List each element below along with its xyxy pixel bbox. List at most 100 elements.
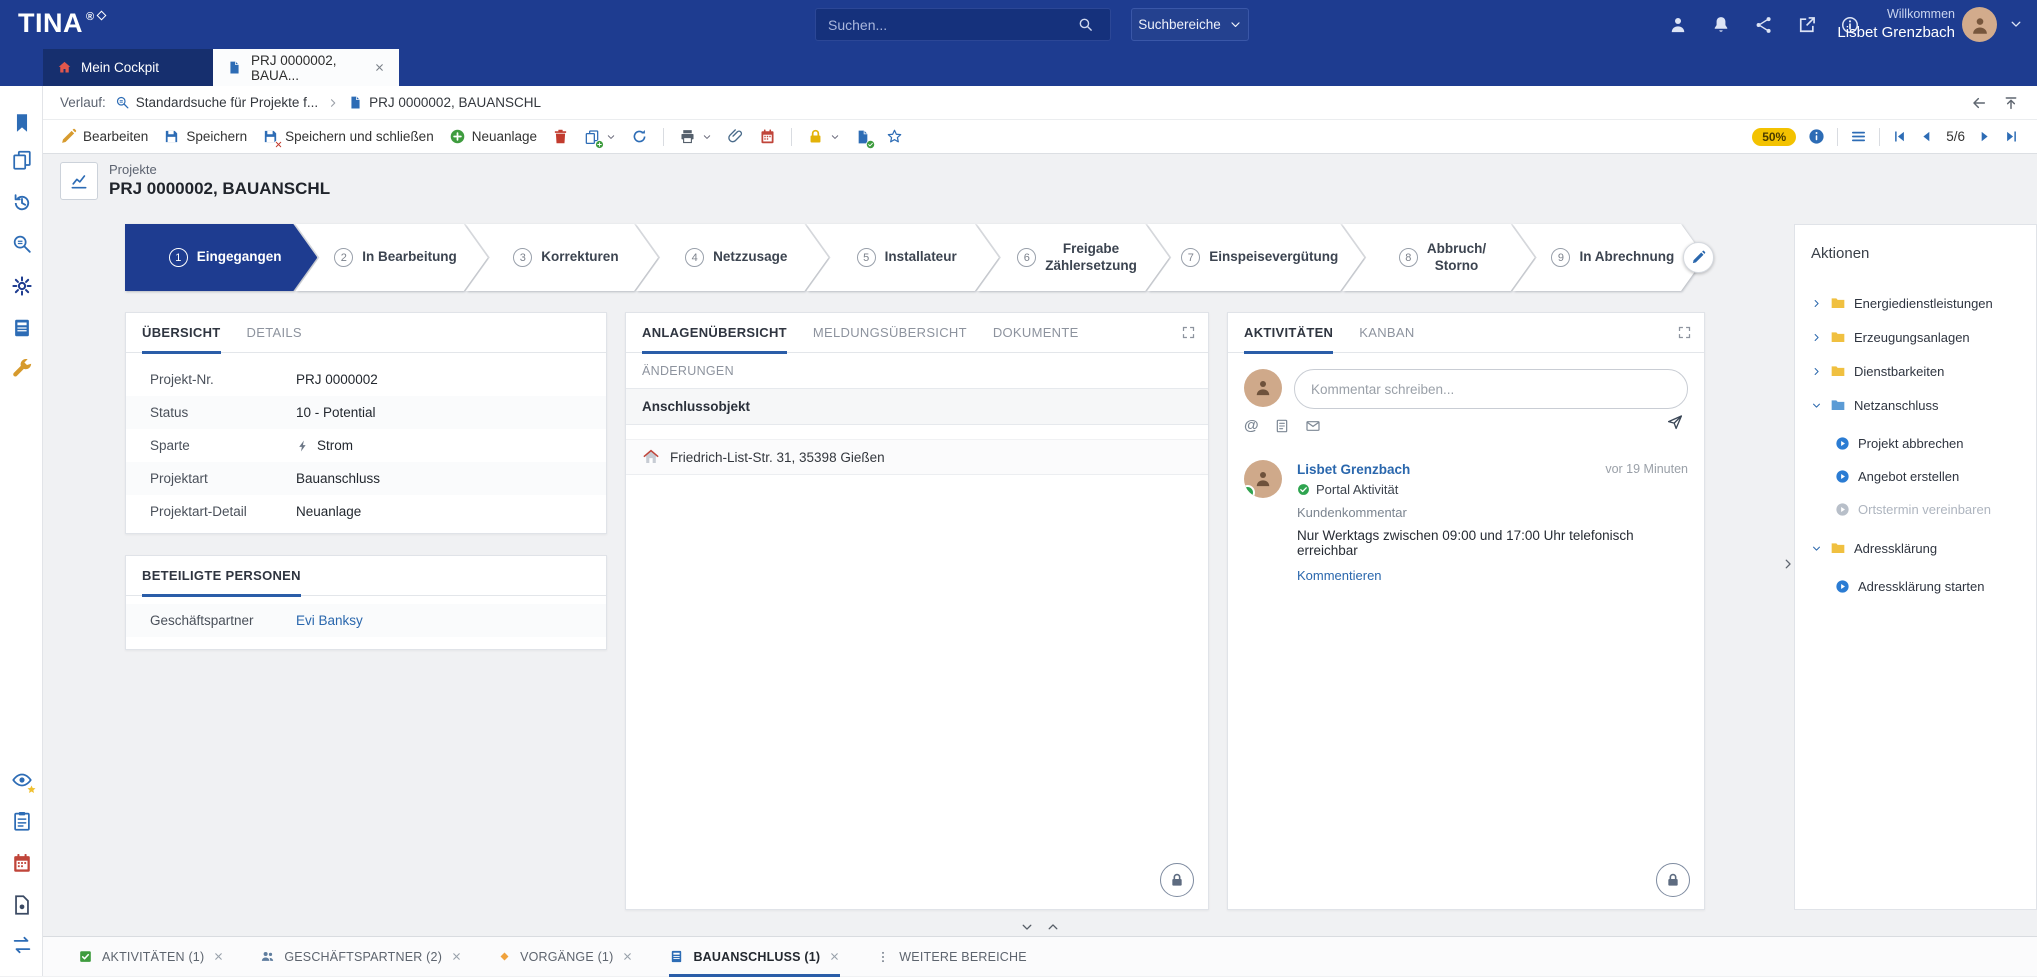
stage-eingegangen[interactable]: 1Eingegangen <box>125 224 317 291</box>
email-button[interactable] <box>1305 418 1321 434</box>
tab-record[interactable]: PRJ 0000002, BAUA... <box>213 49 399 86</box>
first-record-button[interactable] <box>1892 129 1907 144</box>
bottom-tab-bauanschluss[interactable]: BAUANSCHLUSS (1) <box>669 937 840 977</box>
settings-button[interactable] <box>9 273 35 299</box>
swap-button[interactable] <box>9 932 35 958</box>
panel-lock-badge[interactable] <box>1656 863 1690 897</box>
search-input[interactable] <box>815 8 1111 41</box>
stage-einspeiseverguetung[interactable]: 7Einspeisevergütung <box>1147 224 1364 291</box>
watchlist-button[interactable] <box>9 767 35 793</box>
collapse-up-button[interactable] <box>1046 920 1060 934</box>
field-row: Projektart-DetailNeuanlage <box>126 495 606 528</box>
print-button[interactable] <box>679 128 712 145</box>
catalog-button[interactable] <box>9 315 35 341</box>
tab-aenderungen[interactable]: ÄNDERUNGEN <box>642 364 734 378</box>
breadcrumb-item-record[interactable]: PRJ 0000002, BAUANSCHL <box>348 95 541 110</box>
record-info-button[interactable] <box>1808 128 1825 145</box>
action-group-dienstbarkeiten[interactable]: Dienstbarkeiten <box>1811 354 2028 388</box>
user-status-button[interactable] <box>1668 15 1688 35</box>
refresh-button[interactable] <box>631 128 648 145</box>
tab-uebersicht[interactable]: ÜBERSICHT <box>142 313 221 353</box>
share-button[interactable] <box>1754 15 1774 35</box>
action-angebot-erstellen[interactable]: Angebot erstellen <box>1835 460 1959 493</box>
tools-button[interactable] <box>9 357 35 383</box>
activity-author-link[interactable]: Lisbet Grenzbach <box>1297 462 1410 477</box>
save-button[interactable]: Speichern <box>163 128 247 145</box>
stage-in-bearbeitung[interactable]: 2In Bearbeitung <box>295 224 487 291</box>
action-group-energiedienstleistungen[interactable]: Energiedienstleistungen <box>1811 286 2028 320</box>
stage-abbruch-storno[interactable]: 8Abbruch/ Storno <box>1342 224 1534 291</box>
bottom-tab-aktivitaeten[interactable]: AKTIVITÄTEN (1) <box>78 937 224 977</box>
bookmarks-button[interactable] <box>9 110 35 136</box>
search-scope-button[interactable]: Suchbereiche <box>1131 8 1249 41</box>
tab-meldungsuebersicht[interactable]: MELDUNGSÜBERSICHT <box>813 313 967 353</box>
close-tab-button[interactable] <box>374 62 385 73</box>
action-group-erzeugungsanlagen[interactable]: Erzeugungsanlagen <box>1811 320 2028 354</box>
stage-freigabe-zaehlersetzung[interactable]: 6Freigabe Zählersetzung <box>977 224 1169 291</box>
action-group-netzanschluss[interactable]: Netzanschluss <box>1811 388 2028 422</box>
close-area-button[interactable] <box>829 951 840 962</box>
stage-netzzusage[interactable]: 4Netzzusage <box>636 224 828 291</box>
breadcrumb-item-search[interactable]: Standardsuche für Projekte f... <box>115 95 318 110</box>
task-button[interactable] <box>1274 418 1290 434</box>
user-avatar[interactable] <box>1962 7 1997 42</box>
bottom-tab-vorgaenge[interactable]: VORGÄNGE (1) <box>498 937 633 977</box>
app-logo[interactable]: TINA® <box>18 8 105 39</box>
business-partner-link[interactable]: Evi Banksy <box>296 613 363 628</box>
tab-details[interactable]: DETAILS <box>247 313 302 353</box>
search-icon[interactable] <box>1077 16 1094 33</box>
send-comment-button[interactable] <box>1666 413 1684 431</box>
copy-view-button[interactable] <box>9 147 35 173</box>
history-button[interactable] <box>9 190 35 216</box>
open-external-button[interactable] <box>1797 15 1817 35</box>
delete-button[interactable] <box>552 128 569 145</box>
close-area-button[interactable] <box>213 951 224 962</box>
lock-record-button[interactable] <box>807 128 840 145</box>
edit-stages-button[interactable] <box>1683 242 1714 273</box>
next-record-button[interactable] <box>1977 129 1992 144</box>
tab-dokumente[interactable]: DOKUMENTE <box>993 313 1079 353</box>
comment-action-link[interactable]: Kommentieren <box>1297 568 1382 583</box>
action-adressklaerung-starten[interactable]: Adressklärung starten <box>1835 570 1984 603</box>
close-area-button[interactable] <box>622 951 633 962</box>
notifications-button[interactable] <box>1711 15 1731 35</box>
notes-button[interactable] <box>9 808 35 834</box>
connection-object-row[interactable]: Friedrich-List-Str. 31, 35398 Gießen <box>626 439 1208 475</box>
action-group-adressklaerung[interactable]: Adressklärung <box>1811 531 2028 565</box>
scroll-top-button[interactable] <box>2003 95 2019 111</box>
attachments-button[interactable] <box>727 128 744 145</box>
menu-button[interactable] <box>1850 128 1867 145</box>
close-area-button[interactable] <box>451 951 462 962</box>
favorite-button[interactable] <box>886 128 903 145</box>
edit-button[interactable]: Bearbeiten <box>60 128 148 145</box>
tab-mein-cockpit[interactable]: Mein Cockpit <box>43 49 213 86</box>
copy-record-button[interactable] <box>584 129 616 145</box>
calendar-button[interactable] <box>9 850 35 876</box>
save-close-button[interactable]: Speichern und schließen <box>262 128 434 145</box>
navigate-back-button[interactable] <box>1971 95 1987 111</box>
stage-in-abrechnung[interactable]: 9In Abrechnung <box>1513 224 1705 291</box>
panel-lock-badge[interactable] <box>1160 863 1194 897</box>
stage-installateur[interactable]: 5Installateur <box>807 224 999 291</box>
tab-kanban[interactable]: KANBAN <box>1359 313 1414 353</box>
last-record-button[interactable] <box>2004 129 2019 144</box>
bottom-tab-weitere-bereiche[interactable]: WEITERE BEREICHE <box>876 937 1027 977</box>
collapse-down-button[interactable] <box>1020 920 1034 934</box>
stage-korrekturen[interactable]: 3Korrekturen <box>466 224 658 291</box>
previous-record-button[interactable] <box>1919 129 1934 144</box>
bottom-tab-geschaeftspartner[interactable]: GESCHÄFTSPARTNER (2) <box>260 937 462 977</box>
document-flow-button[interactable] <box>855 129 871 145</box>
tab-anlagenuebersicht[interactable]: ANLAGENÜBERSICHT <box>642 313 787 353</box>
detail-search-button[interactable] <box>9 231 35 257</box>
tab-aktivitaeten[interactable]: AKTIVITÄTEN <box>1244 313 1333 353</box>
new-record-button[interactable]: Neuanlage <box>449 128 537 145</box>
expand-panel-button[interactable] <box>1181 325 1196 340</box>
mention-button[interactable]: @ <box>1244 417 1259 434</box>
expand-panel-button[interactable] <box>1677 325 1692 340</box>
progress-badge[interactable]: 50% <box>1752 128 1796 146</box>
comment-input[interactable] <box>1294 369 1688 409</box>
document-settings-button[interactable] <box>9 892 35 918</box>
appointment-button[interactable] <box>759 128 776 145</box>
user-menu-button[interactable] <box>2009 17 2023 31</box>
action-projekt-abbrechen[interactable]: Projekt abbrechen <box>1835 427 1964 460</box>
